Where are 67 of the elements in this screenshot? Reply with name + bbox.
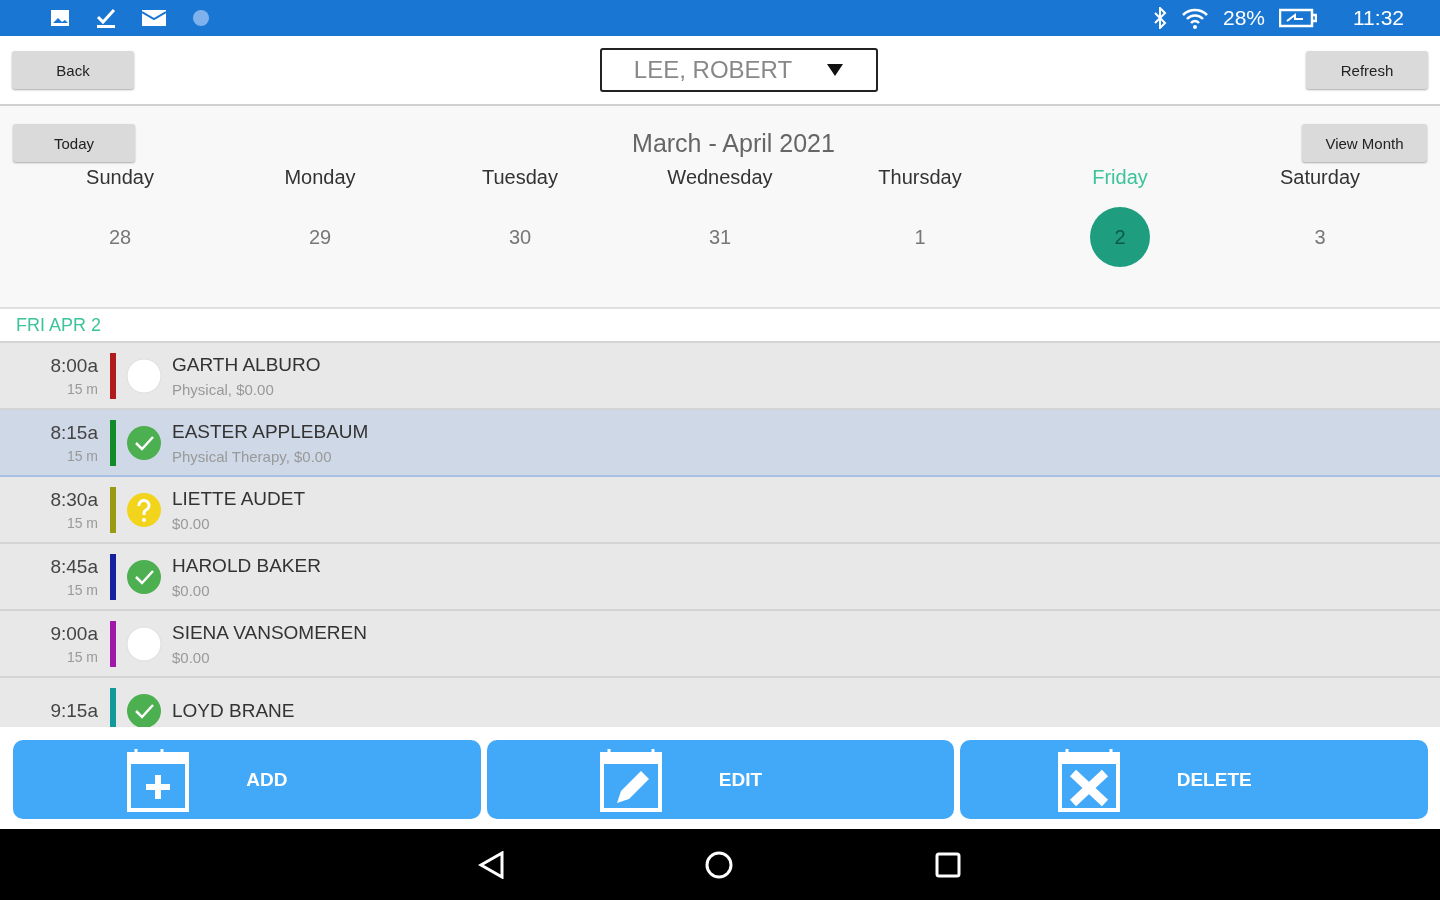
appointment-detail: $0.00 <box>172 581 211 599</box>
appointment-time: 9:15a <box>50 699 98 722</box>
date-circle[interactable]: 30 <box>490 207 550 267</box>
edit-button[interactable]: EDIT <box>486 740 955 819</box>
appointment-time: 8:30a <box>50 488 98 511</box>
image-icon <box>50 9 70 27</box>
patient-name: LOYD BRANE <box>172 699 295 722</box>
weekday-label: Friday <box>1092 166 1148 189</box>
question-circle-icon <box>126 491 162 528</box>
provider-dropdown[interactable]: LEE, ROBERT <box>600 48 878 92</box>
back-triangle-icon[interactable] <box>478 850 504 879</box>
date-heading: FRI APR 2 <box>0 309 1440 343</box>
appointment-detail: $0.00 <box>172 514 211 532</box>
appointment-duration: 15 m <box>66 514 98 531</box>
empty-circle-icon <box>126 357 162 394</box>
appointment-time: 8:00a <box>50 354 98 377</box>
back-button[interactable]: Back <box>12 51 134 89</box>
delete-button[interactable]: DELETE <box>960 740 1428 819</box>
patient-name: GARTH ALBURO <box>172 353 321 376</box>
patient-name: LIETTE AUDET <box>172 487 306 510</box>
check-circle-icon <box>126 558 162 595</box>
battery-icon <box>1279 7 1317 29</box>
mail-icon <box>142 10 166 26</box>
month-title: March - April 2021 <box>632 128 835 158</box>
dropdown-arrow-icon <box>826 63 845 77</box>
calendar-plus-icon <box>126 746 191 813</box>
date-circle[interactable]: 2 <box>1090 207 1150 267</box>
empty-circle-icon <box>126 625 162 662</box>
date-circle[interactable]: 31 <box>690 207 750 267</box>
appointment-duration: 15 m <box>66 380 98 397</box>
check-circle-icon <box>126 424 162 461</box>
appointment-row[interactable]: 8:15a 15 m EASTER APPLEBAUM Physical Therapy, $0.00 <box>0 410 1440 477</box>
patient-name: HAROLD BAKER <box>172 554 321 577</box>
weekday-label: Saturday <box>1279 166 1361 189</box>
weekday-label: Wednesday <box>667 166 773 189</box>
weekday-label: Tuesday <box>482 166 558 189</box>
appointment-detail: $0.00 <box>172 648 211 666</box>
battery-percent: 28% <box>1222 6 1265 30</box>
appointment-detail: Physical, $0.00 <box>172 380 275 398</box>
appointment-duration: 15 m <box>66 581 98 598</box>
view-month-button[interactable]: View Month <box>1302 124 1427 162</box>
date-circle[interactable]: 29 <box>290 207 350 267</box>
date-circle[interactable]: 28 <box>90 207 150 267</box>
appointment-time: 8:15a <box>50 421 98 444</box>
appointment-detail: Physical Therapy, $0.00 <box>172 447 333 465</box>
bluetooth-icon <box>1152 7 1167 29</box>
today-button[interactable]: Today <box>13 124 135 162</box>
appointment-duration: 15 m <box>66 447 98 464</box>
recents-square-icon[interactable] <box>934 850 962 879</box>
weekday-label: Thursday <box>878 166 962 189</box>
appointment-duration: 15 m <box>66 648 98 665</box>
add-button[interactable]: ADD <box>13 740 481 819</box>
patient-name: EASTER APPLEBAUM <box>172 420 369 443</box>
appointment-time: 8:45a <box>50 555 98 578</box>
clock-time: 11:32 <box>1353 6 1404 30</box>
calendar-pencil-icon <box>598 746 663 813</box>
date-circle[interactable]: 1 <box>890 207 950 267</box>
check-icon <box>96 8 116 28</box>
date-circle[interactable]: 3 <box>1290 207 1350 267</box>
wifi-icon <box>1180 7 1209 29</box>
appointment-time: 9:00a <box>50 622 98 645</box>
weekday-label: Monday <box>284 166 356 189</box>
home-circle-icon[interactable] <box>704 849 734 880</box>
patient-name: SIENA VANSOMEREN <box>172 621 367 644</box>
refresh-button[interactable]: Refresh <box>1306 51 1428 89</box>
weekday-label: Sunday <box>86 166 154 189</box>
calendar-cross-icon <box>1056 746 1121 813</box>
